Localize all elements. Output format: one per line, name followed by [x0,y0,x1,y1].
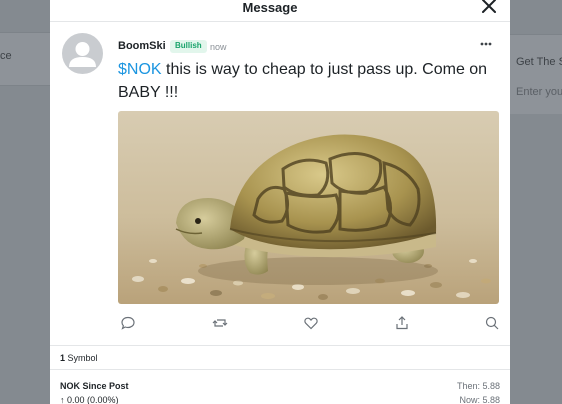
heart-icon [304,317,318,330]
symbols-count-label: 1 Symbol [60,353,98,363]
share-icon [396,316,408,330]
close-icon [482,0,496,13]
price-then: Then: 5.88 [456,381,500,391]
divider [50,369,510,370]
post-body-text: this is way to cheap to just pass up. Co… [118,61,488,101]
modal-header: Message [50,0,510,22]
modal-title: Message [242,0,298,15]
reply-button[interactable] [120,315,136,331]
symbol-since-post-title[interactable]: NOK Since Post [60,381,129,391]
close-button[interactable] [478,0,500,18]
share-button[interactable] [394,315,410,331]
symbol-price-change: ↑ 0.00 (0.00%) [60,395,119,404]
price-now: Now: 5.88 [459,395,500,404]
background-left-text: ce [0,50,12,62]
comment-icon [121,316,135,330]
sentiment-badge: Bullish [170,40,207,53]
background-right-input: Enter you [516,86,562,98]
default-user-icon [69,42,96,67]
post-actions [118,315,499,331]
tortoise-image [118,111,499,304]
background-right-card [510,34,562,114]
more-options-button[interactable] [480,34,492,50]
divider [50,345,510,346]
post-image[interactable] [118,111,499,304]
search-button[interactable] [484,315,500,331]
background-right-title: Get The S [516,56,562,68]
avatar[interactable] [62,33,103,74]
like-button[interactable] [303,315,319,331]
cashtag-link[interactable]: $NOK [118,61,162,78]
message-modal: Message BoomSki Bullish now $NOK this is… [50,0,510,404]
post-body: $NOK this is way to cheap to just pass u… [118,58,500,104]
username-link[interactable]: BoomSki [118,40,166,52]
search-icon [485,316,499,330]
symbols-label-text: Symbol [67,353,98,363]
reshare-icon [212,319,228,327]
more-dots-icon [480,42,492,46]
post-timestamp[interactable]: now [210,42,227,52]
reshare-button[interactable] [212,315,228,331]
symbols-count: 1 [60,353,66,363]
